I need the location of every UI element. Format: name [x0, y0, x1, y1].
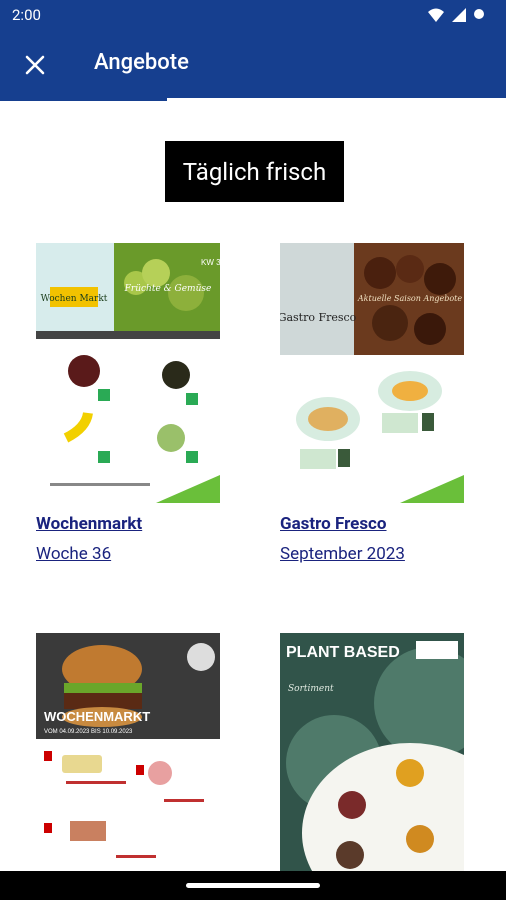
status-icons [428, 8, 484, 22]
thumb-banner: Wochen Markt [41, 294, 108, 304]
flyer-image: Wochen Markt Früchte & Gemüse KW 36 [36, 243, 220, 503]
flyer-image: PLANT BASED Sortiment [280, 633, 464, 871]
home-gesture-handle[interactable] [186, 883, 320, 888]
offer-subtitle[interactable]: Woche 36 [36, 544, 111, 564]
offer-thumbnail[interactable]: Gastro Fresco Aktuelle Saison Angebote [280, 243, 464, 503]
thumb-sub: Sortiment [288, 684, 334, 694]
section-heading: Täglich frisch [165, 141, 344, 202]
battery-icon [474, 9, 484, 19]
offer-title[interactable]: Wochenmarkt [36, 514, 142, 534]
flyer-image: WOCHENMARKT VOM 04.09.2023 BIS 10.09.202… [36, 633, 220, 871]
close-icon [25, 55, 45, 75]
thumb-date: VOM 04.09.2023 BIS 10.09.2023 [44, 729, 133, 735]
thumb-header: Aktuelle Saison Angebote [357, 294, 462, 303]
flyer-image: Gastro Fresco Aktuelle Saison Angebote [280, 243, 464, 503]
app-bar: Angebote [0, 32, 506, 98]
close-button[interactable] [20, 50, 50, 80]
offer-thumbnail[interactable]: WOCHENMARKT VOM 04.09.2023 BIS 10.09.202… [36, 633, 220, 871]
page-title: Angebote [94, 50, 189, 75]
thumb-banner: WOCHENMARKT [44, 709, 150, 724]
wifi-icon [428, 8, 444, 22]
system-navigation-bar [0, 871, 506, 900]
status-time: 2:00 [12, 6, 41, 24]
offer-subtitle[interactable]: September 2023 [280, 544, 405, 564]
offer-thumbnail[interactable]: PLANT BASED Sortiment [280, 633, 464, 871]
thumb-tag: KW 36 [201, 258, 220, 267]
thumb-banner: Gastro Fresco [280, 311, 357, 324]
signal-icon [452, 8, 466, 22]
offer-title[interactable]: Gastro Fresco [280, 514, 387, 534]
thumb-header: Früchte & Gemüse [124, 284, 212, 294]
offer-thumbnail[interactable]: Wochen Markt Früchte & Gemüse KW 36 [36, 243, 220, 503]
thumb-banner: PLANT BASED [286, 644, 400, 661]
status-bar: 2:00 [0, 0, 506, 32]
load-progress-bar [0, 98, 167, 101]
